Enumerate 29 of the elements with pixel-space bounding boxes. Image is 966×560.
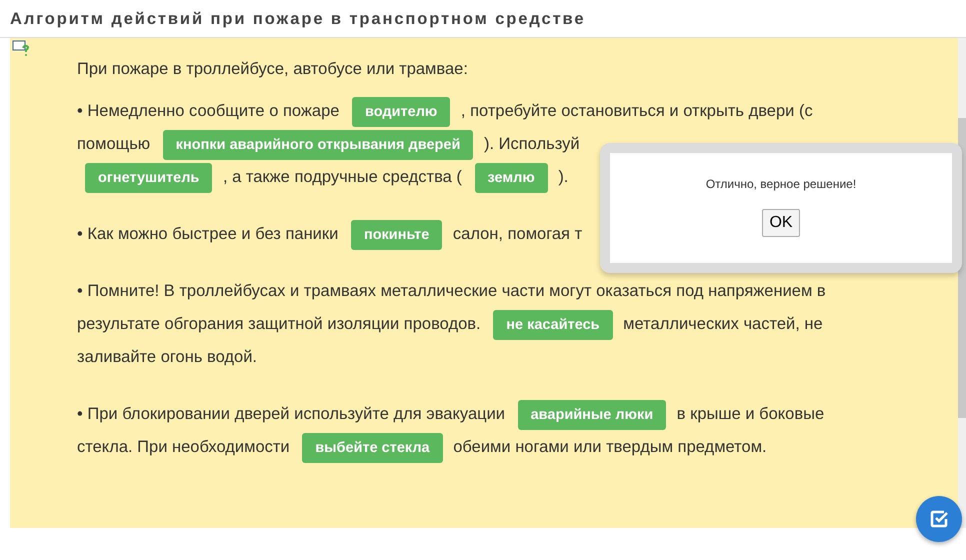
answer-chip[interactable]: выбейте стекла — [302, 433, 443, 463]
sentence-text: салон, помогая т — [452, 225, 582, 243]
answer-chip[interactable]: огнетушитель — [85, 163, 212, 193]
sentence-text: ). — [557, 168, 568, 186]
help-icon[interactable] — [12, 40, 30, 56]
answer-chip[interactable]: аварийные люки — [518, 400, 666, 430]
answer-chip[interactable]: кнопки аварийного открывания дверей — [162, 130, 474, 160]
answer-chip[interactable]: водителю — [352, 97, 450, 127]
sentence-text: • Помните! В троллейбусах и трамваях металлические части могут оказаться под напряжением в — [77, 282, 826, 300]
sentence-text: обеими ногами или твердым предметом. — [452, 438, 767, 456]
sentence-text: заливайте огонь водой. — [77, 348, 257, 366]
sentence-text: помощью — [77, 135, 152, 153]
answer-chip[interactable]: не касайтесь — [493, 310, 613, 340]
sentence-text: • Немедленно сообщите о пожаре — [77, 102, 340, 120]
sentence-text: стекла. При необходимости — [77, 438, 291, 456]
sentence-text: в крыше и боковые — [676, 405, 824, 423]
sentence-text: , а также подручные средства ( — [222, 168, 463, 186]
answer-chip[interactable]: покиньте — [350, 220, 442, 250]
sentence-text: , потребуйте остановиться и открыть двери (с — [460, 102, 813, 120]
sentence-text: металлических частей, не — [622, 315, 823, 333]
intro-text: При пожаре в троллейбусе, автобусе или трамвае: — [77, 60, 469, 79]
sentence-text: • При блокировании дверей используйте для эвакуации — [77, 405, 506, 423]
sentence-text: результате обгорания защитной изоляции проводов. — [77, 315, 482, 333]
sentence-text: ). Используй — [482, 135, 580, 153]
dialog-message: Отлично, верное решение! — [706, 177, 856, 191]
ok-button[interactable]: OK — [762, 209, 800, 237]
sentence-text: • Как можно быстрее и без паники — [77, 225, 340, 243]
answer-chip[interactable]: землю — [474, 163, 548, 193]
checkmark-icon — [929, 509, 949, 529]
